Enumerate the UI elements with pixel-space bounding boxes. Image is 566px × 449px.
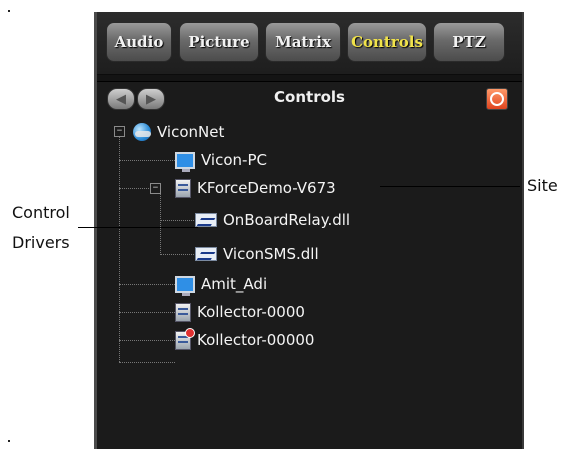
power-button[interactable] xyxy=(486,88,508,110)
tree-line xyxy=(160,220,194,221)
tree-node-label: Kollector-0000 xyxy=(197,303,305,321)
tab-picture[interactable]: Picture xyxy=(179,22,259,62)
tree-node-label: Kollector-00000 xyxy=(197,331,315,349)
device-tree: − ViconNet Vicon-PC − KForceDemo-V673 On… xyxy=(97,112,522,432)
server-icon xyxy=(175,178,191,198)
collapse-toggle[interactable]: − xyxy=(114,126,125,137)
tree-node-root[interactable]: ViconNet xyxy=(133,121,224,143)
panel-title: Controls xyxy=(274,88,345,106)
panel-header: ◀ ▶ Controls xyxy=(97,86,522,112)
control-drivers-annotation-line2: Drivers xyxy=(12,233,70,252)
tab-ptz[interactable]: PTZ xyxy=(433,22,505,62)
monitor-icon xyxy=(175,275,195,296)
tree-line xyxy=(119,312,175,313)
tree-node[interactable]: Amit_Adi xyxy=(175,273,268,296)
tree-line xyxy=(119,160,175,161)
tree-line xyxy=(119,134,120,362)
tree-node-label: ViconNet xyxy=(157,123,225,141)
tree-node-label: OnBoardRelay.dll xyxy=(223,211,351,229)
tab-audio[interactable]: Audio xyxy=(106,22,172,62)
tab-bar: Audio Picture Matrix Controls PTZ xyxy=(97,12,522,76)
monitor-icon xyxy=(175,151,195,172)
tree-node[interactable]: Kollector-0000 xyxy=(175,301,305,323)
tab-matrix[interactable]: Matrix xyxy=(265,22,341,62)
tree-node-driver[interactable]: OnBoardRelay.dll xyxy=(195,209,350,231)
tree-line xyxy=(119,340,175,341)
tree-node-label: Vicon-PC xyxy=(201,151,267,169)
site-annotation: Site xyxy=(527,176,558,195)
control-drivers-annotation-line1: Control xyxy=(12,203,70,222)
controls-panel: Audio Picture Matrix Controls PTZ ◀ ▶ Co… xyxy=(94,12,524,449)
tree-node[interactable]: Kollector-00000 xyxy=(175,327,315,351)
power-icon xyxy=(490,92,504,106)
tab-controls[interactable]: Controls xyxy=(347,22,427,62)
separator xyxy=(97,75,522,82)
server-error-icon xyxy=(175,327,195,350)
tree-node-driver[interactable]: ViconSMS.dll xyxy=(195,243,319,265)
tree-node-label: ViconSMS.dll xyxy=(223,245,319,263)
tree-node-label: Amit_Adi xyxy=(201,275,268,293)
globe-icon xyxy=(133,123,151,141)
tree-line xyxy=(160,193,161,255)
driver-icon xyxy=(195,247,217,261)
corner-dot xyxy=(8,440,10,442)
tree-line xyxy=(160,254,194,255)
collapse-toggle[interactable]: − xyxy=(150,183,161,194)
tree-node[interactable]: Vicon-PC xyxy=(175,149,267,172)
tree-line xyxy=(119,362,175,363)
driver-icon xyxy=(195,213,217,227)
corner-dot xyxy=(8,10,10,12)
tree-node-label: KForceDemo-V673 xyxy=(197,179,336,197)
server-icon xyxy=(175,302,191,322)
tree-node-site[interactable]: KForceDemo-V673 xyxy=(175,177,336,199)
tree-line xyxy=(119,284,175,285)
drivers-callout-line xyxy=(78,227,198,228)
site-callout-line xyxy=(380,186,520,187)
